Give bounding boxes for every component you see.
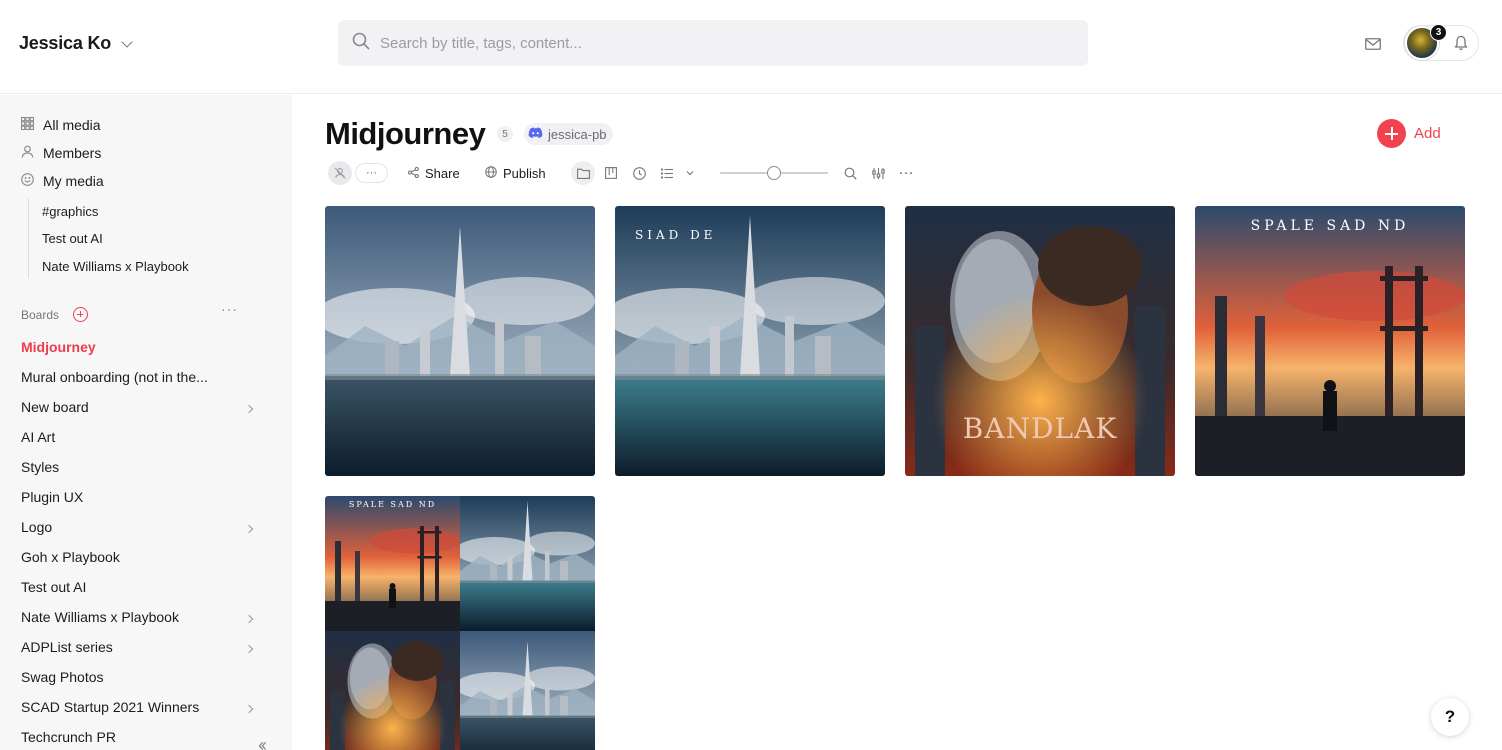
bandlak-poster-image[interactable]: BANDLAK <box>905 206 1175 476</box>
owner-chip[interactable]: jessica-pb <box>524 123 613 145</box>
workspace-switcher[interactable]: Jessica Ko <box>19 33 133 54</box>
search-icon[interactable] <box>843 166 857 180</box>
publish-button[interactable]: Publish <box>485 166 546 181</box>
sidebar-board-item[interactable]: Mural onboarding (not in the... <box>21 369 261 385</box>
share-button[interactable]: Share <box>407 166 460 181</box>
mail-icon[interactable] <box>1362 34 1384 54</box>
sidebar-board-item[interactable]: Swag Photos <box>21 669 261 685</box>
poster-text: SPALE SAD ND <box>1250 218 1410 234</box>
poster-text: SPALE SAD ND <box>348 500 437 509</box>
item-count-badge: 5 <box>497 126 513 142</box>
sidebar-board-item[interactable]: Logo <box>21 519 261 535</box>
search-icon <box>352 32 370 55</box>
sidebar-board-item[interactable]: Test out AI <box>21 579 261 595</box>
sidebar-board-item[interactable]: AI Art <box>21 429 261 445</box>
sidebar-board-item[interactable]: Midjourney <box>21 339 261 355</box>
filter-icon[interactable] <box>871 166 885 180</box>
sidebar-board-item[interactable]: Nate Williams x Playbook <box>21 609 261 625</box>
clock-icon[interactable] <box>632 166 646 180</box>
discord-icon <box>528 127 543 142</box>
sidebar-subitem-test-out-ai[interactable]: Test out AI <box>42 231 103 246</box>
folder-icon[interactable] <box>571 161 595 185</box>
help-button[interactable]: ? <box>1431 698 1469 736</box>
smile-icon <box>21 173 34 189</box>
poster-text: BANDLAK <box>962 412 1118 445</box>
board-view-icon[interactable] <box>604 166 618 180</box>
add-label: Add <box>1414 125 1441 142</box>
page-title: Midjourney <box>325 116 486 151</box>
sidebar-subitem-graphics[interactable]: #graphics <box>42 204 98 219</box>
futuristic-city-image[interactable] <box>325 206 595 476</box>
poster-text: SIAD DE <box>635 228 717 242</box>
zoom-slider-thumb[interactable] <box>767 166 781 180</box>
share-icon <box>407 166 419 181</box>
search-bar[interactable] <box>338 20 1088 66</box>
globe-icon <box>485 166 497 181</box>
notification-badge: 3 <box>1430 24 1447 41</box>
search-input[interactable] <box>380 34 1060 52</box>
more-icon[interactable]: ··· <box>221 301 238 317</box>
sidebar: All media Members My media #graphics Tes… <box>0 95 292 750</box>
grid-icon <box>20 116 35 133</box>
sidebar-item-label: All media <box>43 117 101 133</box>
grid-collage-image[interactable]: SPALE SAD ND <box>325 496 595 750</box>
share-label: Share <box>425 166 460 181</box>
publish-label: Publish <box>503 166 546 181</box>
owner-name: jessica-pb <box>548 126 607 142</box>
chevron-down-icon[interactable] <box>684 167 696 179</box>
sidebar-board-item[interactable]: ADPList series <box>21 639 261 655</box>
sidebar-board-item[interactable]: New board <box>21 399 261 415</box>
sidebar-board-item[interactable]: Plugin UX <box>21 489 261 505</box>
bell-icon[interactable] <box>1452 34 1470 52</box>
plus-icon <box>1377 119 1406 148</box>
sidebar-item-all-media[interactable]: All media <box>20 116 101 133</box>
sidebar-board-item[interactable]: SCAD Startup 2021 Winners <box>21 699 261 715</box>
chevron-down-icon <box>121 35 133 48</box>
spale-sad-nd-poster-image[interactable]: SPALE SAD ND <box>1195 206 1465 476</box>
sidebar-item-label: My media <box>43 173 104 189</box>
boards-label: Boards <box>21 308 60 322</box>
sidebar-board-item[interactable]: Goh x Playbook <box>21 549 261 565</box>
sidebar-board-item[interactable]: Techcrunch PR <box>21 729 261 745</box>
workspace-name: Jessica Ko <box>19 33 112 53</box>
add-button[interactable]: Add <box>1377 119 1441 148</box>
siad-de-poster-image[interactable]: SIAD DE <box>615 206 885 476</box>
sidebar-item-my-media[interactable]: My media <box>21 173 104 189</box>
sidebar-subitem-nate-williams[interactable]: Nate Williams x Playbook <box>42 259 189 274</box>
list-view-icon[interactable] <box>660 166 674 180</box>
add-board-icon[interactable] <box>73 307 88 322</box>
collaborators-icon[interactable] <box>328 161 352 185</box>
sidebar-item-members[interactable]: Members <box>21 145 101 161</box>
sidebar-item-label: Members <box>43 145 102 161</box>
more-collaborators-button[interactable]: ··· <box>355 163 388 183</box>
collapse-sidebar-icon[interactable]: ‹‹ <box>258 735 267 750</box>
more-icon[interactable]: ··· <box>898 164 914 181</box>
person-icon <box>21 145 34 161</box>
top-bar: Jessica Ko 3 <box>0 0 1502 94</box>
tree-line <box>28 198 29 278</box>
sidebar-board-item[interactable]: Styles <box>21 459 261 475</box>
